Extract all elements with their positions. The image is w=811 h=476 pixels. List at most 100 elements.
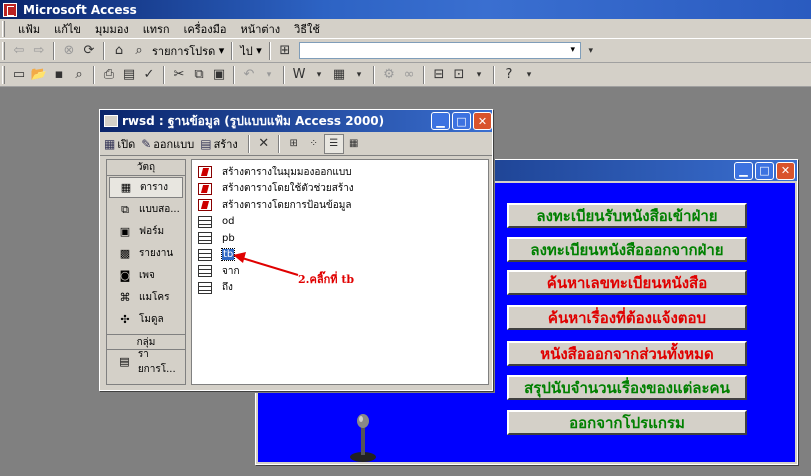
search-web-icon[interactable]: ⌕ xyxy=(129,41,149,61)
relationships-icon[interactable]: ⊟ xyxy=(429,65,449,85)
group-label: รายการโ... xyxy=(137,348,176,375)
stop-icon[interactable]: ⊗ xyxy=(59,41,79,61)
list-item[interactable]: od xyxy=(192,214,488,231)
toolbar-options-icon[interactable]: ▾ xyxy=(581,41,601,61)
wizard-icon xyxy=(198,199,212,212)
exit-program-button[interactable]: ออกจากโปรแกรม xyxy=(507,410,747,435)
menu-window[interactable]: หน้าต่าง xyxy=(233,20,287,38)
search-registration-button[interactable]: ค้นหาเลขทะเบียนหนังสือ xyxy=(507,270,747,295)
print-preview-icon[interactable]: ▤ xyxy=(119,65,139,85)
menu-view[interactable]: มุมมอง xyxy=(88,20,136,38)
close-icon[interactable]: ✕ xyxy=(776,161,795,180)
script-icon[interactable]: ∞ xyxy=(399,65,419,85)
undo-icon[interactable]: ↶ xyxy=(239,65,259,85)
toolbar-grip[interactable] xyxy=(2,65,5,84)
open-label: เปิด xyxy=(117,137,136,151)
copy-icon[interactable]: ⧉ xyxy=(189,65,209,85)
object-queries[interactable]: ⧉ แบบสอ... xyxy=(109,199,183,220)
object-modules[interactable]: ✣ โมดูล xyxy=(109,309,183,330)
menu-edit[interactable]: แก้ไข xyxy=(47,20,88,38)
menu-insert[interactable]: แทรก xyxy=(136,20,177,38)
new-button[interactable]: ▤ สร้าง xyxy=(200,135,238,153)
summary-per-person-button[interactable]: สรุปนับจำนวนเรื่องของแต่ละคน xyxy=(507,375,747,400)
toolbar-separator xyxy=(373,65,375,84)
code-icon[interactable]: ⚙ xyxy=(379,65,399,85)
object-label: ตาราง xyxy=(140,182,168,193)
joystick-icon xyxy=(350,414,376,462)
details-view-icon[interactable]: ▦ xyxy=(344,134,364,154)
small-icons-view-icon[interactable]: ⁘ xyxy=(304,134,324,154)
list-item[interactable]: สร้างตารางในมุมมองออกแบบ xyxy=(192,164,488,181)
query-icon: ⧉ xyxy=(121,202,129,216)
new-file-icon[interactable]: ▭ xyxy=(9,65,29,85)
object-pages[interactable]: ◙ เพจ xyxy=(109,265,183,286)
go-menu[interactable]: ไป ▾ xyxy=(240,42,262,60)
object-macros[interactable]: ⌘ แมโคร xyxy=(109,287,183,308)
table-icon xyxy=(198,215,212,228)
home-icon[interactable]: ⌂ xyxy=(109,41,129,61)
minimize-icon[interactable]: ▁ xyxy=(431,112,450,130)
list-item-label: od xyxy=(222,216,235,228)
help-icon[interactable]: ? xyxy=(499,65,519,85)
close-icon[interactable]: ✕ xyxy=(473,112,492,130)
new-object-icon[interactable]: ⊡ xyxy=(449,65,469,85)
list-item-tb[interactable]: tb xyxy=(192,247,488,264)
list-item[interactable]: pb xyxy=(192,230,488,247)
maximize-icon[interactable]: □ xyxy=(452,112,471,130)
web-toolbar: ⇦ ⇨ ⊗ ⟳ ⌂ ⌕ รายการโปรด ▾ ไป ▾ ⊞ ▾ ▾ xyxy=(0,39,811,63)
help-dropdown-icon[interactable]: ▾ xyxy=(519,65,539,85)
analyze-dropdown-icon[interactable]: ▾ xyxy=(349,65,369,85)
list-item[interactable]: สร้างตารางโดยใช้ตัวช่วยสร้าง xyxy=(192,181,488,198)
all-outgoing-button[interactable]: หนังสือออกจากส่วนทั้งหมด xyxy=(507,341,747,366)
large-icons-view-icon[interactable]: ⊞ xyxy=(284,134,304,154)
menubar-grip[interactable] xyxy=(2,20,5,37)
address-dropdown-icon[interactable]: ▾ xyxy=(566,43,580,58)
design-button[interactable]: ✎ ออกแบบ xyxy=(141,135,194,153)
show-only-web-toolbar-icon[interactable]: ⊞ xyxy=(275,41,295,61)
back-icon[interactable]: ⇦ xyxy=(9,41,29,61)
group-favorites[interactable]: ▤ รายการโ... xyxy=(109,349,183,375)
delete-icon[interactable]: ✕ xyxy=(254,134,274,154)
print-icon[interactable]: ⎙ xyxy=(99,65,119,85)
toolbar-separator xyxy=(53,41,55,60)
toolbar-separator xyxy=(103,41,105,60)
cut-icon[interactable]: ✂ xyxy=(169,65,189,85)
list-item-label: tb xyxy=(220,248,236,262)
object-label: รายงาน xyxy=(139,248,174,259)
receive-document-button[interactable]: ลงทะเบียนรับหนังสือเข้าฝ่าย xyxy=(507,203,747,228)
forward-icon[interactable]: ⇨ xyxy=(29,41,49,61)
menu-file[interactable]: แฟ้ม xyxy=(11,20,47,38)
objects-header[interactable]: วัตถุ xyxy=(107,160,185,176)
file-search-icon[interactable]: ⌕ xyxy=(69,65,89,85)
object-reports[interactable]: ▩ รายงาน xyxy=(109,243,183,264)
favorites-menu[interactable]: รายการโปรด ▾ xyxy=(152,42,224,60)
object-forms[interactable]: ▣ ฟอร์ม xyxy=(109,221,183,242)
office-links-icon[interactable]: W xyxy=(289,65,309,85)
analyze-icon[interactable]: ▦ xyxy=(329,65,349,85)
office-links-dropdown-icon[interactable]: ▾ xyxy=(309,65,329,85)
open-button[interactable]: ▦ เปิด xyxy=(104,135,135,153)
refresh-icon[interactable]: ⟳ xyxy=(79,41,99,61)
paste-icon[interactable]: ▣ xyxy=(209,65,229,85)
open-folder-icon[interactable]: 📂 xyxy=(29,65,49,85)
list-item[interactable]: สร้างตารางโดยการป้อนข้อมูล xyxy=(192,197,488,214)
list-item-label: ถึง xyxy=(222,282,233,294)
toolbar-grip[interactable] xyxy=(2,41,5,60)
list-view-icon[interactable]: ☰ xyxy=(323,133,344,154)
new-object-dropdown-icon[interactable]: ▾ xyxy=(469,65,489,85)
toolbar-separator xyxy=(93,65,95,84)
object-label: โมดูล xyxy=(139,314,164,325)
minimize-icon[interactable]: ▁ xyxy=(734,161,753,180)
send-document-button[interactable]: ลงทะเบียนหนังสือออกจากฝ่าย xyxy=(507,237,747,262)
menu-help[interactable]: วิธีใช้ xyxy=(287,20,327,38)
module-icon: ✣ xyxy=(120,313,130,326)
object-tables[interactable]: ▦ ตาราง xyxy=(109,177,183,198)
address-input[interactable]: ▾ xyxy=(298,42,581,59)
save-icon[interactable]: ▪ xyxy=(49,65,69,85)
maximize-icon[interactable]: □ xyxy=(755,161,774,180)
menu-tools[interactable]: เครื่องมือ xyxy=(177,20,234,38)
undo-dropdown-icon[interactable]: ▾ xyxy=(259,65,279,85)
search-reply-button[interactable]: ค้นหาเรื่องที่ต้องแจ้งตอบ xyxy=(507,305,747,330)
object-label: เพจ xyxy=(139,270,155,281)
spelling-icon[interactable]: ✓ xyxy=(139,65,159,85)
